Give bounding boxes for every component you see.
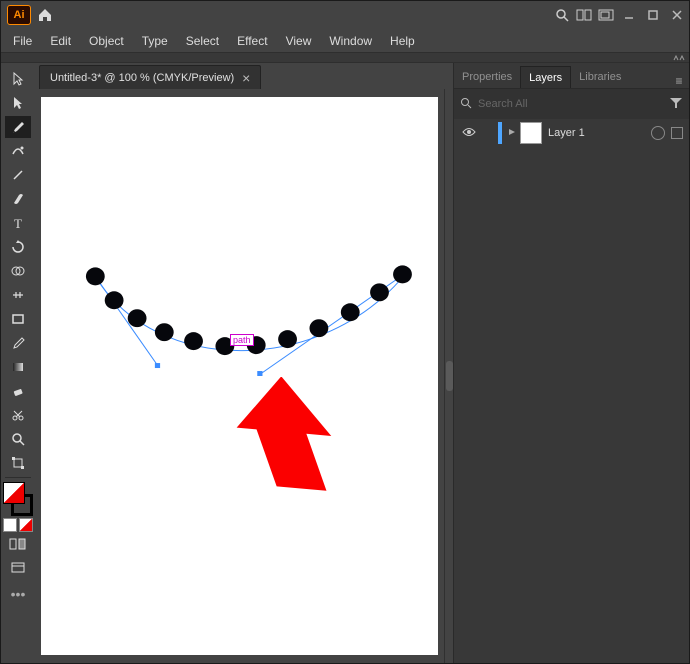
menu-help[interactable]: Help: [382, 31, 423, 51]
layers-list: Layer 1: [454, 119, 689, 663]
expand-layer-icon[interactable]: [508, 127, 520, 139]
menu-object[interactable]: Object: [81, 31, 132, 51]
path-label: path: [230, 334, 254, 346]
paintbrush-tool[interactable]: [5, 188, 31, 210]
layers-search-row: [454, 89, 689, 119]
pen-tool[interactable]: [5, 116, 31, 138]
color-mode-icons: [3, 518, 33, 532]
app-badge: Ai: [7, 5, 31, 25]
panel-tab-layers[interactable]: Layers: [520, 66, 571, 88]
panel-tab-properties[interactable]: Properties: [454, 66, 520, 88]
toolbox: T •••: [1, 63, 35, 663]
artwork: *: [41, 97, 438, 655]
visibility-toggle-icon[interactable]: [460, 127, 478, 140]
panel-collapse-strip: [1, 53, 689, 63]
home-button[interactable]: [35, 6, 55, 24]
fill-stroke-swatches[interactable]: [3, 482, 33, 516]
rectangle-tool[interactable]: [5, 308, 31, 330]
fill-swatch[interactable]: [3, 482, 25, 504]
scrollbar-thumb[interactable]: [446, 361, 453, 391]
menu-window[interactable]: Window: [321, 31, 380, 51]
menu-effect[interactable]: Effect: [229, 31, 275, 51]
layer-name[interactable]: Layer 1: [548, 127, 585, 139]
arrange-documents-icon[interactable]: [573, 4, 595, 26]
color-mode-icon[interactable]: [3, 518, 17, 532]
menu-bar: File Edit Object Type Select Effect View…: [1, 29, 689, 53]
document-column: Untitled-3* @ 100 % (CMYK/Preview) ×: [35, 63, 453, 663]
line-segment-tool[interactable]: [5, 164, 31, 186]
menu-edit[interactable]: Edit: [42, 31, 79, 51]
document-tab[interactable]: Untitled-3* @ 100 % (CMYK/Preview) ×: [39, 65, 261, 89]
panel-tabs: Properties Layers Libraries ≡: [454, 63, 689, 89]
titlebar: Ai: [1, 1, 689, 29]
selection-indicator: [671, 127, 683, 139]
layer-thumbnail: [520, 122, 542, 144]
artboard[interactable]: * path: [41, 97, 438, 655]
rotate-tool[interactable]: [5, 236, 31, 258]
target-icon[interactable]: [651, 126, 665, 140]
document-tabs: Untitled-3* @ 100 % (CMYK/Preview) ×: [35, 63, 453, 89]
layers-search-input[interactable]: [478, 98, 663, 110]
red-arrow-annotation: [236, 377, 346, 497]
draw-mode-icons[interactable]: [5, 533, 31, 555]
filter-icon[interactable]: [669, 97, 683, 112]
eyedropper-tool[interactable]: [5, 332, 31, 354]
vertical-scrollbar[interactable]: [444, 89, 453, 663]
search-icon: [460, 97, 472, 112]
illustrator-window: Ai File Edit Object Type Select Effect V…: [0, 0, 690, 664]
menu-file[interactable]: File: [5, 31, 40, 51]
menu-view[interactable]: View: [278, 31, 320, 51]
document-tab-close-icon[interactable]: ×: [242, 70, 250, 86]
type-tool[interactable]: T: [5, 212, 31, 234]
scissors-tool[interactable]: [5, 404, 31, 426]
maximize-button[interactable]: [641, 5, 665, 25]
gradient-tool[interactable]: [5, 356, 31, 378]
edit-toolbar-button[interactable]: •••: [11, 586, 26, 602]
menu-select[interactable]: Select: [178, 31, 227, 51]
main-area: T •••: [1, 63, 689, 663]
none-mode-icon[interactable]: [19, 518, 33, 532]
layer-color-bar: [498, 122, 502, 144]
artboard-tool[interactable]: [5, 452, 31, 474]
layer-row[interactable]: Layer 1: [454, 119, 689, 147]
svg-text:T: T: [14, 216, 22, 230]
screen-mode-icon[interactable]: [5, 557, 31, 579]
selection-tool[interactable]: [5, 68, 31, 90]
menu-type[interactable]: Type: [134, 31, 176, 51]
direct-selection-tool[interactable]: [5, 92, 31, 114]
panel-tab-libraries[interactable]: Libraries: [571, 66, 629, 88]
right-panel: Properties Layers Libraries ≡: [453, 63, 689, 663]
width-tool[interactable]: [5, 284, 31, 306]
eraser-tool[interactable]: [5, 380, 31, 402]
close-button[interactable]: [665, 5, 689, 25]
document-frame-icon[interactable]: [595, 4, 617, 26]
document-tab-label: Untitled-3* @ 100 % (CMYK/Preview): [50, 72, 234, 84]
canvas-wrap: * path: [35, 89, 453, 663]
panel-menu-icon[interactable]: ≡: [669, 74, 689, 88]
search-icon[interactable]: [551, 4, 573, 26]
curvature-tool[interactable]: [5, 140, 31, 162]
minimize-button[interactable]: [617, 5, 641, 25]
zoom-tool[interactable]: [5, 428, 31, 450]
shape-builder-tool[interactable]: [5, 260, 31, 282]
chevrons-icon[interactable]: [673, 55, 685, 61]
